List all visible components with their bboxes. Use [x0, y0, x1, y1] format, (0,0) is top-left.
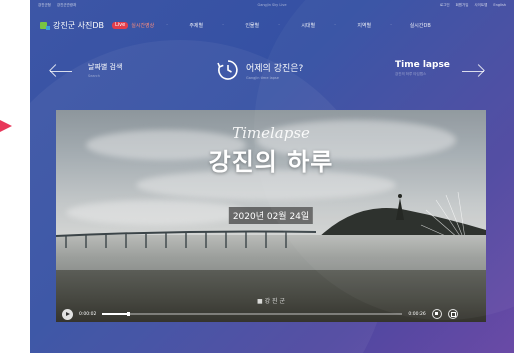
top-center-text: Gangjin Sky Live: [257, 3, 287, 7]
live-label: 실시간영상: [131, 22, 155, 29]
date-search-link[interactable]: 날짜별 검색 Search: [88, 62, 122, 78]
nav-item-realtime[interactable]: 실시간DB: [390, 22, 448, 29]
video-hill: [296, 194, 486, 270]
volume-icon[interactable]: [431, 309, 442, 319]
yesterday-sub: Gangjin time lapse: [246, 75, 279, 80]
overlay-script-text: Timelapse: [232, 124, 310, 142]
search-row: 날짜별 검색 Search 어제의 강진은? Gangjin time laps…: [30, 56, 514, 86]
nav-item-person[interactable]: 인물별: [222, 22, 280, 29]
arrow-right-icon[interactable]: [462, 64, 484, 78]
date-search-label: 날짜별 검색: [88, 63, 123, 71]
fullscreen-icon[interactable]: [447, 309, 458, 319]
nav-item-topic[interactable]: 주제별: [166, 22, 224, 29]
nav-item-region[interactable]: 지역별: [334, 22, 392, 29]
site-logo[interactable]: 강진군 사진DB: [40, 20, 104, 31]
progress-fill: [102, 312, 131, 316]
play-icon[interactable]: [62, 308, 73, 320]
top-utility-bar: 강진군청 강진군관광과 Gangjin Sky Live 로그인 회원가입 사이…: [30, 0, 514, 10]
video-controls: 0:00:02 0:00:26: [56, 306, 486, 322]
nav-item-era[interactable]: 시대별: [278, 22, 336, 29]
live-badge: Live: [112, 21, 129, 29]
timelapse-sub: 강진의 하루 타임랩스: [395, 72, 427, 76]
main-nav: 강진군 사진DB Live 실시간영상 주제별 인물별 시대별 지역별 실시간D…: [30, 15, 514, 35]
cloud: [256, 120, 456, 160]
arrow-pointer-icon: [0, 120, 12, 132]
top-link-english[interactable]: English: [493, 3, 506, 8]
time-current: 0:00:02: [79, 311, 97, 317]
logo-mark-icon: [40, 21, 50, 30]
video-watermark: ■ 강 진 군: [257, 298, 285, 305]
yesterday-label: 어제의 강진은?: [246, 63, 304, 74]
sun-rays: [417, 191, 471, 250]
video-bridge: [56, 230, 316, 248]
top-link-join[interactable]: 회원가입: [456, 3, 469, 8]
timelapse-link[interactable]: Time lapse 강진의 하루 타임랩스: [395, 60, 450, 77]
cloud: [66, 200, 246, 225]
time-total: 0:00:26: [408, 311, 426, 317]
overlay-title: 강진의 하루: [208, 148, 334, 176]
top-link-tourism[interactable]: 강진군관광과: [57, 3, 76, 8]
page-frame: 강진군청 강진군관광과 Gangjin Sky Live 로그인 회원가입 사이…: [30, 0, 514, 353]
arrow-left-icon[interactable]: [50, 64, 72, 78]
date-search-sub: Search: [88, 74, 101, 78]
nav-menu: 주제별 인물별 시대별 지역별 실시간DB: [166, 22, 448, 29]
clock-icon: [217, 60, 238, 80]
overlay-date: 2020년 02월 24일: [228, 207, 314, 224]
timelapse-label: Time lapse: [395, 60, 450, 70]
live-link[interactable]: Live 실시간영상: [112, 21, 155, 29]
logo-text: 강진군 사진DB: [53, 20, 104, 30]
top-link-login[interactable]: 로그인: [440, 3, 450, 8]
top-link-county[interactable]: 강진군청: [38, 3, 51, 8]
progress-bar[interactable]: [102, 312, 403, 316]
video-player[interactable]: Timelapse 강진의 하루 2020년 02월 24일 ■ 강 진 군 0…: [56, 110, 486, 322]
yesterday-link[interactable]: 어제의 강진은? Gangjin time lapse: [216, 58, 303, 82]
top-link-sitemap[interactable]: 사이트맵: [474, 3, 487, 8]
